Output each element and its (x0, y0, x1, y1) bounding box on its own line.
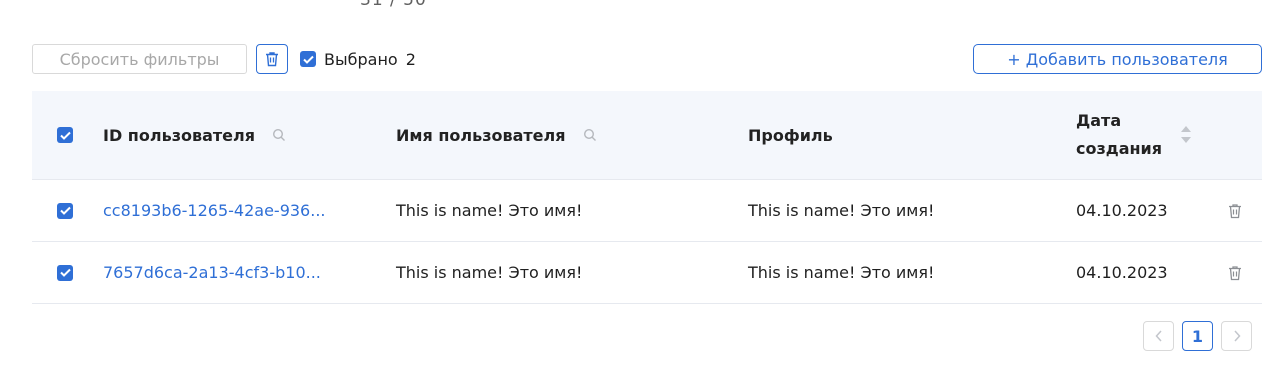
user-name-cell: This is name! Это имя! (396, 263, 583, 282)
next-page-button[interactable] (1221, 321, 1252, 351)
table-row[interactable]: cc8193b6-1265-42ae-936... This is name! … (32, 180, 1262, 242)
created-date-cell: 04.10.2023 (1076, 263, 1168, 282)
sort-icon[interactable] (1180, 125, 1192, 144)
page-button-current[interactable]: 1 (1182, 321, 1213, 351)
user-name-cell: This is name! Это имя! (396, 201, 583, 220)
bulk-delete-button[interactable] (256, 44, 288, 74)
column-header-name-label: Имя пользователя (396, 125, 566, 145)
chevron-left-icon (1154, 330, 1163, 342)
trash-icon[interactable] (1228, 265, 1242, 281)
selected-indicator: Выбрано 2 (300, 44, 416, 74)
column-header-date-line2: создания (1076, 139, 1163, 158)
user-id-link[interactable]: 7657d6ca-2a13-4cf3-b10... (103, 263, 321, 282)
search-icon[interactable] (272, 128, 286, 142)
row-checkbox[interactable] (57, 264, 73, 281)
column-header-id: ID пользователя (103, 91, 373, 179)
column-header-profile: Профиль (748, 125, 833, 145)
selected-label: Выбрано (324, 49, 398, 69)
table-toolbar: Сбросить фильтры Выбрано 2 + Добавить по… (32, 44, 1262, 74)
user-profile-cell: This is name! Это имя! (748, 201, 935, 220)
created-date-cell: 04.10.2023 (1076, 201, 1168, 220)
table-row[interactable]: 7657d6ca-2a13-4cf3-b10... This is name! … (32, 242, 1262, 304)
users-table: ID пользователя Имя пользователя Профиль… (32, 91, 1262, 304)
header-select-all-checkbox[interactable] (57, 127, 73, 143)
search-icon[interactable] (583, 128, 597, 142)
add-user-button[interactable]: + Добавить пользователя (973, 44, 1262, 74)
table-header: ID пользователя Имя пользователя Профиль… (32, 91, 1262, 180)
row-checkbox[interactable] (57, 202, 73, 219)
column-header-id-label: ID пользователя (103, 125, 256, 145)
user-profile-cell: This is name! Это имя! (748, 263, 935, 282)
clipped-counter-text: 31 / 50 (360, 0, 427, 10)
user-id-link[interactable]: cc8193b6-1265-42ae-936... (103, 201, 326, 220)
pagination: 1 (1143, 321, 1252, 351)
prev-page-button[interactable] (1143, 321, 1174, 351)
column-header-date-line1: Дата (1076, 111, 1122, 130)
select-all-selected-checkbox[interactable] (300, 51, 316, 67)
trash-icon[interactable] (1228, 203, 1242, 219)
selected-count: 2 (405, 49, 416, 69)
reset-filters-button[interactable]: Сбросить фильтры (32, 44, 247, 74)
column-header-date[interactable]: Дата создания (1076, 91, 1216, 179)
column-header-name: Имя пользователя (396, 91, 726, 179)
chevron-right-icon (1233, 330, 1241, 342)
trash-icon (265, 51, 279, 67)
